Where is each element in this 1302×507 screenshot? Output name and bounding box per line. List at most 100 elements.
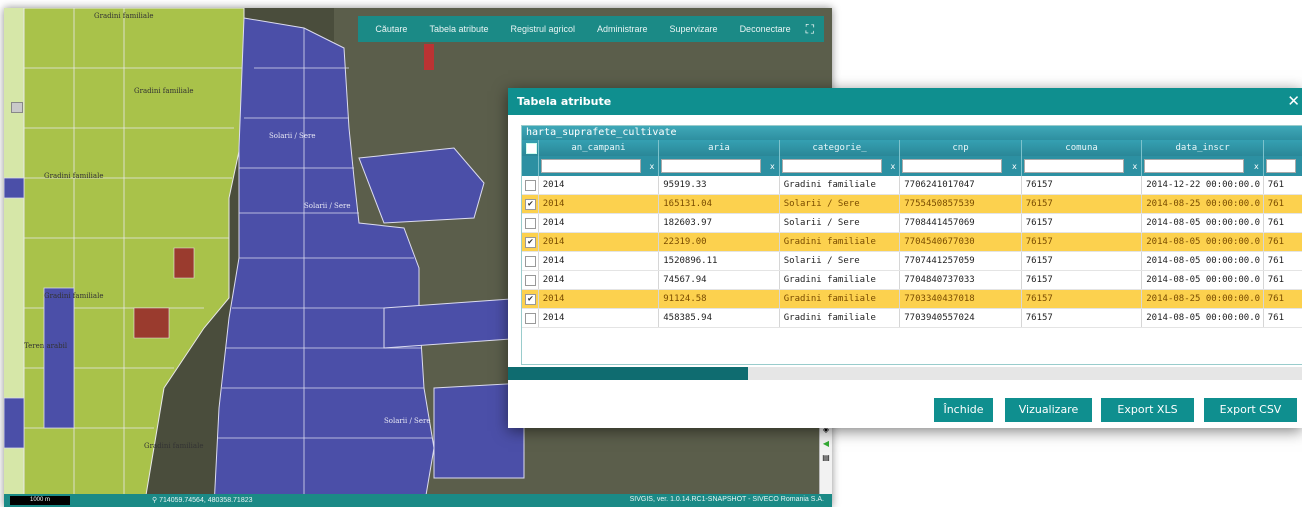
table-cell-an: 2014 [539,290,660,308]
row-checkbox[interactable]: ✔ [525,237,536,248]
table-cell-an: 2014 [539,214,660,232]
export-csv-button[interactable]: Export CSV [1204,398,1297,422]
nav-registrul-agricol[interactable]: Registrul agricol [499,24,586,34]
map-label: Solarii / Sere [269,132,315,140]
table-row[interactable]: 2014 1520896.11 Solarii / Sere 770744125705… [522,252,1302,271]
table-cell-cnp: 7706241017047 [900,176,1022,194]
filter-clear-button[interactable]: x [1133,160,1138,174]
table-body: 2014 95919.33 Gradini familiale 77062410170… [522,176,1302,328]
table-cell-extra: 761 [1264,271,1302,289]
table-cell-extra: 761 [1264,309,1302,327]
table-cell-cnp: 7703340437018 [900,290,1022,308]
table-row[interactable]: 2014 95919.33 Gradini familiale 77062410170… [522,176,1302,195]
nav-deconectare[interactable]: Deconectare [729,24,802,34]
table-cell-data: 2014-08-25 00:00:00.0 [1142,195,1264,213]
table-row[interactable]: ✔ 2014 91124.58 Gradini familiale 7703340437… [522,290,1302,309]
close-icon[interactable]: ✕ [1287,92,1300,110]
filter-cell: x [1022,156,1143,176]
export-xls-button[interactable]: Export XLS [1101,398,1194,422]
table-cell-aria: 1520896.11 [659,252,780,270]
version-text: SIVGIS, ver. 1.0.14.RC1-SNAPSHOT - SIVEC… [629,496,824,503]
table-cell-comuna: 76157 [1022,195,1143,213]
back-arrow-icon[interactable]: ◀ [823,439,829,448]
row-checkbox[interactable] [525,180,536,191]
close-button[interactable]: Închide [934,398,993,422]
table-cell-categorie: Gradini familiale [780,233,901,251]
map-label: Gradini familiale [134,87,193,95]
filter-clear-button[interactable]: x [891,160,896,174]
column-header[interactable]: categorie_ [780,140,901,156]
map-label: Solarii / Sere [304,202,350,210]
dialog-title: Tabela atribute [517,95,612,108]
row-select-cell [522,309,539,327]
filter-clear-button[interactable]: x [1254,160,1259,174]
table-cell-extra: 761 [1264,252,1302,270]
scrollbar-thumb[interactable] [508,367,748,380]
table-cell-data: 2014-08-05 00:00:00.0 [1142,271,1264,289]
map-label: Gradini familiale [144,442,203,450]
filter-clear-button[interactable]: x [650,160,655,174]
column-header[interactable]: an_campani [539,140,660,156]
filter-cell [1264,156,1302,176]
row-select-cell [522,176,539,194]
status-bar: 1000 m ⚲ 714059.74564, 480358.71823 SIVG… [4,494,832,507]
table-cell-aria: 74567.94 [659,271,780,289]
row-checkbox[interactable]: ✔ [525,199,536,210]
nav-administrare[interactable]: Administrare [586,24,659,34]
nav-tabela-atribute[interactable]: Tabela atribute [418,24,499,34]
filter-cell: x [1142,156,1264,176]
attribute-table: harta_suprafete_cultivate an_campani ari… [521,125,1302,365]
attribute-table-dialog: Tabela atribute ✕ harta_suprafete_cultiv… [508,88,1302,428]
dialog-header[interactable]: Tabela atribute ✕ [508,88,1302,115]
column-header[interactable]: cnp [900,140,1022,156]
row-checkbox[interactable] [525,313,536,324]
table-row[interactable]: ✔ 2014 22319.00 Gradini familiale 7704540677… [522,233,1302,252]
table-cell-data: 2014-08-05 00:00:00.0 [1142,214,1264,232]
table-cell-extra: 761 [1264,233,1302,251]
nav-cautare[interactable]: Căutare [364,24,418,34]
row-checkbox[interactable] [525,218,536,229]
table-cell-an: 2014 [539,176,660,194]
row-checkbox[interactable] [525,275,536,286]
nav-supervizare[interactable]: Supervizare [659,24,729,34]
filter-cell: x [780,156,901,176]
table-cell-cnp: 7707441257059 [900,252,1022,270]
filter-input[interactable] [1144,159,1245,173]
document-icon[interactable]: ▤ [822,453,830,462]
table-row[interactable]: 2014 458385.94 Gradini familiale 7703940557… [522,309,1302,328]
filter-clear-button[interactable]: x [770,160,775,174]
coordinates-text: 714059.74564, 480358.71823 [159,497,253,504]
row-checkbox[interactable] [525,256,536,267]
table-cell-cnp: 7703940557024 [900,309,1022,327]
filter-cell: x [659,156,780,176]
filter-input[interactable] [781,159,882,173]
filter-input[interactable] [540,159,641,173]
table-cell-cnp: 7755450857539 [900,195,1022,213]
map-tool-button[interactable] [11,102,23,113]
select-all-checkbox[interactable] [525,143,537,154]
filter-spacer [522,156,539,176]
table-row[interactable]: 2014 74567.94 Gradini familiale 77048407370… [522,271,1302,290]
filter-input[interactable] [902,159,1003,173]
table-cell-extra: 761 [1264,290,1302,308]
row-checkbox[interactable]: ✔ [525,294,536,305]
table-cell-comuna: 76157 [1022,252,1143,270]
filter-input[interactable] [1023,159,1124,173]
view-button[interactable]: Vizualizare [1005,398,1092,422]
table-cell-an: 2014 [539,252,660,270]
filter-input[interactable] [1265,159,1296,173]
table-row[interactable]: ✔ 2014 165131.04 Solarii / Sere 775545085753… [522,195,1302,214]
horizontal-scrollbar[interactable] [508,367,1302,380]
fullscreen-icon[interactable]: ⛶ [802,22,818,37]
table-title: harta_suprafete_cultivate [522,126,1302,140]
column-header[interactable]: data_inscr [1142,140,1264,156]
column-header[interactable]: aria [659,140,780,156]
scale-bar: 1000 m [10,496,70,505]
filter-clear-button[interactable]: x [1012,160,1017,174]
table-row[interactable]: 2014 182603.97 Solarii / Sere 7708441457069… [522,214,1302,233]
table-cell-comuna: 76157 [1022,214,1143,232]
table-cell-data: 2014-12-22 00:00:00.0 [1142,176,1264,194]
row-select-cell: ✔ [522,290,539,308]
column-header[interactable]: comuna [1022,140,1143,156]
filter-input[interactable] [661,159,762,173]
